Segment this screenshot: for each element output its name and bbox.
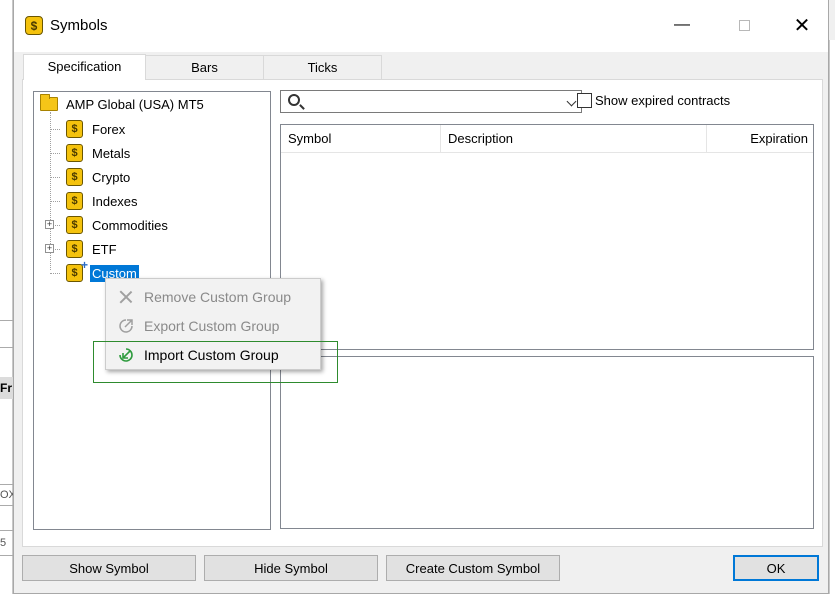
tree-item-label: Crypto <box>92 169 131 185</box>
background-strip-bold: Fr <box>0 377 13 399</box>
tree-connector <box>50 201 60 202</box>
background-label: 5 <box>0 537 7 549</box>
symbol-search-combobox[interactable] <box>280 90 582 113</box>
ok-button[interactable]: OK <box>733 555 819 581</box>
dollar-coin-icon: $ <box>66 240 83 258</box>
column-header-description[interactable]: Description <box>441 125 707 153</box>
tree-item-label: Indexes <box>92 193 138 209</box>
tree-item-label: ETF <box>92 241 117 257</box>
minimize-button[interactable]: — <box>670 13 694 37</box>
background-app-right <box>829 40 835 594</box>
custom-group-icon: $ <box>66 258 88 282</box>
expand-commodities-button[interactable]: + <box>45 220 54 229</box>
tree-item-forex[interactable]: $ Forex <box>66 119 127 139</box>
import-arrow-icon <box>108 346 144 364</box>
search-icon <box>288 94 300 106</box>
menu-item-remove-custom-group[interactable]: Remove Custom Group <box>108 283 318 311</box>
background-app-left: Fr OX 5 <box>0 0 13 594</box>
close-icon: ✕ <box>793 14 811 37</box>
dollar-coin-icon: $ <box>66 216 83 234</box>
symbols-table[interactable]: Symbol Description Expiration <box>280 124 814 350</box>
column-header-symbol[interactable]: Symbol <box>281 125 441 153</box>
tree-connector <box>50 177 60 178</box>
create-custom-symbol-button[interactable]: Create Custom Symbol <box>386 555 560 581</box>
tree-item-label: Forex <box>92 121 126 137</box>
column-header-expiration[interactable]: Expiration <box>707 125 814 153</box>
tree-root[interactable]: AMP Global (USA) MT5 <box>40 94 206 114</box>
close-button[interactable]: ✕ <box>790 13 814 37</box>
background-strip <box>0 320 13 348</box>
tree-connector <box>50 153 60 154</box>
background-label: Fr <box>0 381 12 395</box>
show-expired-contracts-option[interactable]: Show expired contracts <box>577 93 730 108</box>
export-arrow-icon <box>108 317 144 335</box>
chevron-down-icon[interactable] <box>566 96 577 107</box>
menu-item-label: Export Custom Group <box>144 318 280 334</box>
show-expired-label: Show expired contracts <box>595 93 731 108</box>
tree-item-label: Commodities <box>92 217 168 233</box>
tab-ticks[interactable]: Ticks <box>263 55 382 79</box>
menu-item-label: Import Custom Group <box>144 347 279 363</box>
menu-item-import-custom-group[interactable]: Import Custom Group <box>108 341 318 369</box>
menu-item-export-custom-group[interactable]: Export Custom Group <box>108 312 318 340</box>
search-input[interactable] <box>307 93 547 110</box>
symbol-properties-panel[interactable] <box>280 356 814 529</box>
tree-connector <box>50 273 60 274</box>
dollar-coin-icon: $ <box>66 120 83 138</box>
maximize-button[interactable] <box>732 13 756 37</box>
tab-bars[interactable]: Bars <box>145 55 264 79</box>
dollar-coin-icon: $ <box>25 16 43 35</box>
window-title: Symbols <box>50 17 108 34</box>
table-header: Symbol Description Expiration <box>281 125 813 153</box>
tree-item-metals[interactable]: $ Metals <box>66 143 132 163</box>
maximize-icon <box>738 19 750 31</box>
minimize-icon: — <box>674 16 690 33</box>
dollar-coin-icon: $ <box>66 168 83 186</box>
tree-root-label: AMP Global (USA) MT5 <box>66 96 204 112</box>
x-icon <box>108 290 144 304</box>
tree-item-indexes[interactable]: $ Indexes <box>66 191 140 211</box>
tab-specification[interactable]: Specification <box>23 54 146 80</box>
expand-etf-button[interactable]: + <box>45 244 54 253</box>
show-symbol-button[interactable]: Show Symbol <box>22 555 196 581</box>
show-expired-checkbox[interactable] <box>577 93 592 108</box>
background-strip: OX <box>0 484 13 506</box>
menu-item-label: Remove Custom Group <box>144 289 292 305</box>
background-label: OX <box>0 489 13 501</box>
tree-item-commodities[interactable]: $ Commodities <box>66 215 170 235</box>
background-strip: 5 <box>0 530 13 556</box>
dollar-coin-icon: $ <box>66 144 83 162</box>
tree-item-label: Metals <box>92 145 131 161</box>
title-bar[interactable]: $ Symbols — ✕ <box>14 0 828 52</box>
folder-icon <box>40 94 58 111</box>
dollar-coin-icon: $ <box>66 192 83 210</box>
tree-item-crypto[interactable]: $ Crypto <box>66 167 132 187</box>
tree-connector <box>50 129 60 130</box>
context-menu: Remove Custom Group Export Custom Group … <box>105 278 321 370</box>
hide-symbol-button[interactable]: Hide Symbol <box>204 555 378 581</box>
tree-item-etf[interactable]: $ ETF <box>66 239 119 259</box>
